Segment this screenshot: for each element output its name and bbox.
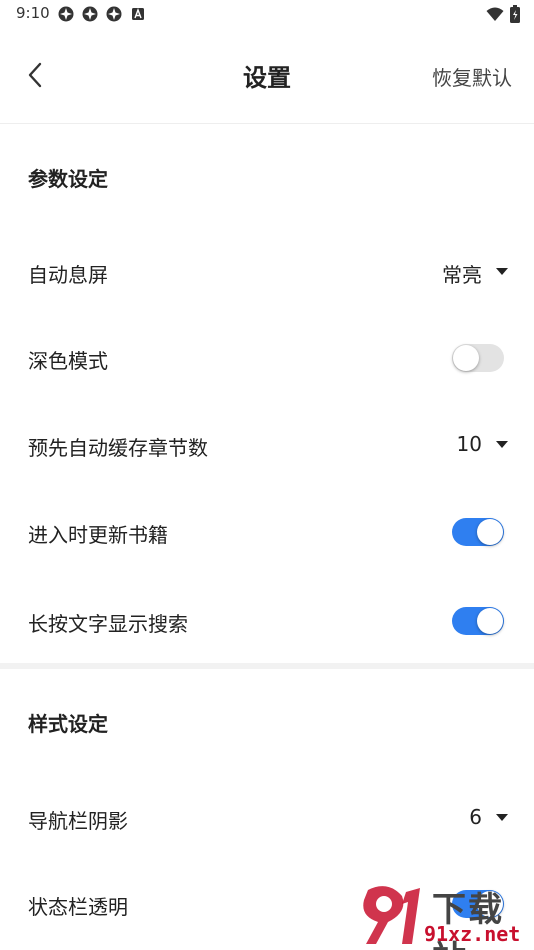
restore-defaults-button[interactable]: 恢复默认 — [432, 62, 512, 91]
status-left-icons — [58, 6, 146, 22]
app-notification-icon — [58, 6, 74, 22]
setting-auto-screen-off[interactable]: 自动息屏 常亮 — [0, 242, 534, 302]
section-divider — [0, 663, 534, 669]
toggle-knob — [477, 519, 503, 545]
app-notification-icon — [82, 6, 98, 22]
setting-dark-mode: 深色模式 — [0, 328, 534, 388]
setting-label: 预先自动缓存章节数 — [28, 436, 208, 460]
setting-label: 状态栏透明 — [28, 895, 128, 919]
setting-precache-chapters[interactable]: 预先自动缓存章节数 10 — [0, 415, 534, 475]
dropdown-value[interactable]: 6 — [469, 805, 482, 829]
setting-label: 导航栏阴影 — [28, 809, 128, 833]
setting-nav-shadow[interactable]: 导航栏阴影 6 — [0, 788, 534, 848]
app-notification-icon — [106, 6, 122, 22]
status-bar: 9:10 — [0, 0, 534, 28]
setting-long-press-search: 长按文字显示搜索 — [0, 591, 534, 651]
section-title-params: 参数设定 — [28, 167, 108, 191]
setting-label: 深色模式 — [28, 349, 108, 373]
toggle-knob — [477, 608, 503, 634]
status-right-icons — [486, 5, 520, 23]
top-app-bar: 设置 恢复默认 — [0, 28, 534, 124]
battery-icon — [510, 5, 520, 23]
dropdown-arrow-icon[interactable] — [496, 814, 508, 821]
setting-label: 进入时更新书籍 — [28, 523, 168, 547]
setting-label: 长按文字显示搜索 — [28, 612, 188, 636]
toggle-knob — [453, 345, 479, 371]
dropdown-arrow-icon[interactable] — [496, 441, 508, 448]
status-time: 9:10 — [16, 4, 50, 22]
a-box-icon — [132, 8, 144, 20]
update-books-toggle[interactable] — [452, 518, 504, 546]
watermark-text-bottom: 91xz.net — [424, 922, 521, 946]
long-press-search-toggle[interactable] — [452, 607, 504, 635]
setting-update-books: 进入时更新书籍 — [0, 502, 534, 562]
dropdown-value[interactable]: 常亮 — [442, 259, 482, 288]
dark-mode-toggle[interactable] — [452, 344, 504, 372]
watermark-91-logo-icon — [363, 886, 420, 944]
setting-label: 自动息屏 — [28, 263, 108, 287]
dropdown-arrow-icon[interactable] — [496, 268, 508, 275]
dropdown-value[interactable]: 10 — [457, 432, 482, 456]
wifi-icon — [486, 7, 504, 21]
section-title-style: 样式设定 — [28, 712, 108, 736]
watermark-logo: 下载站 91xz.net — [358, 882, 530, 950]
